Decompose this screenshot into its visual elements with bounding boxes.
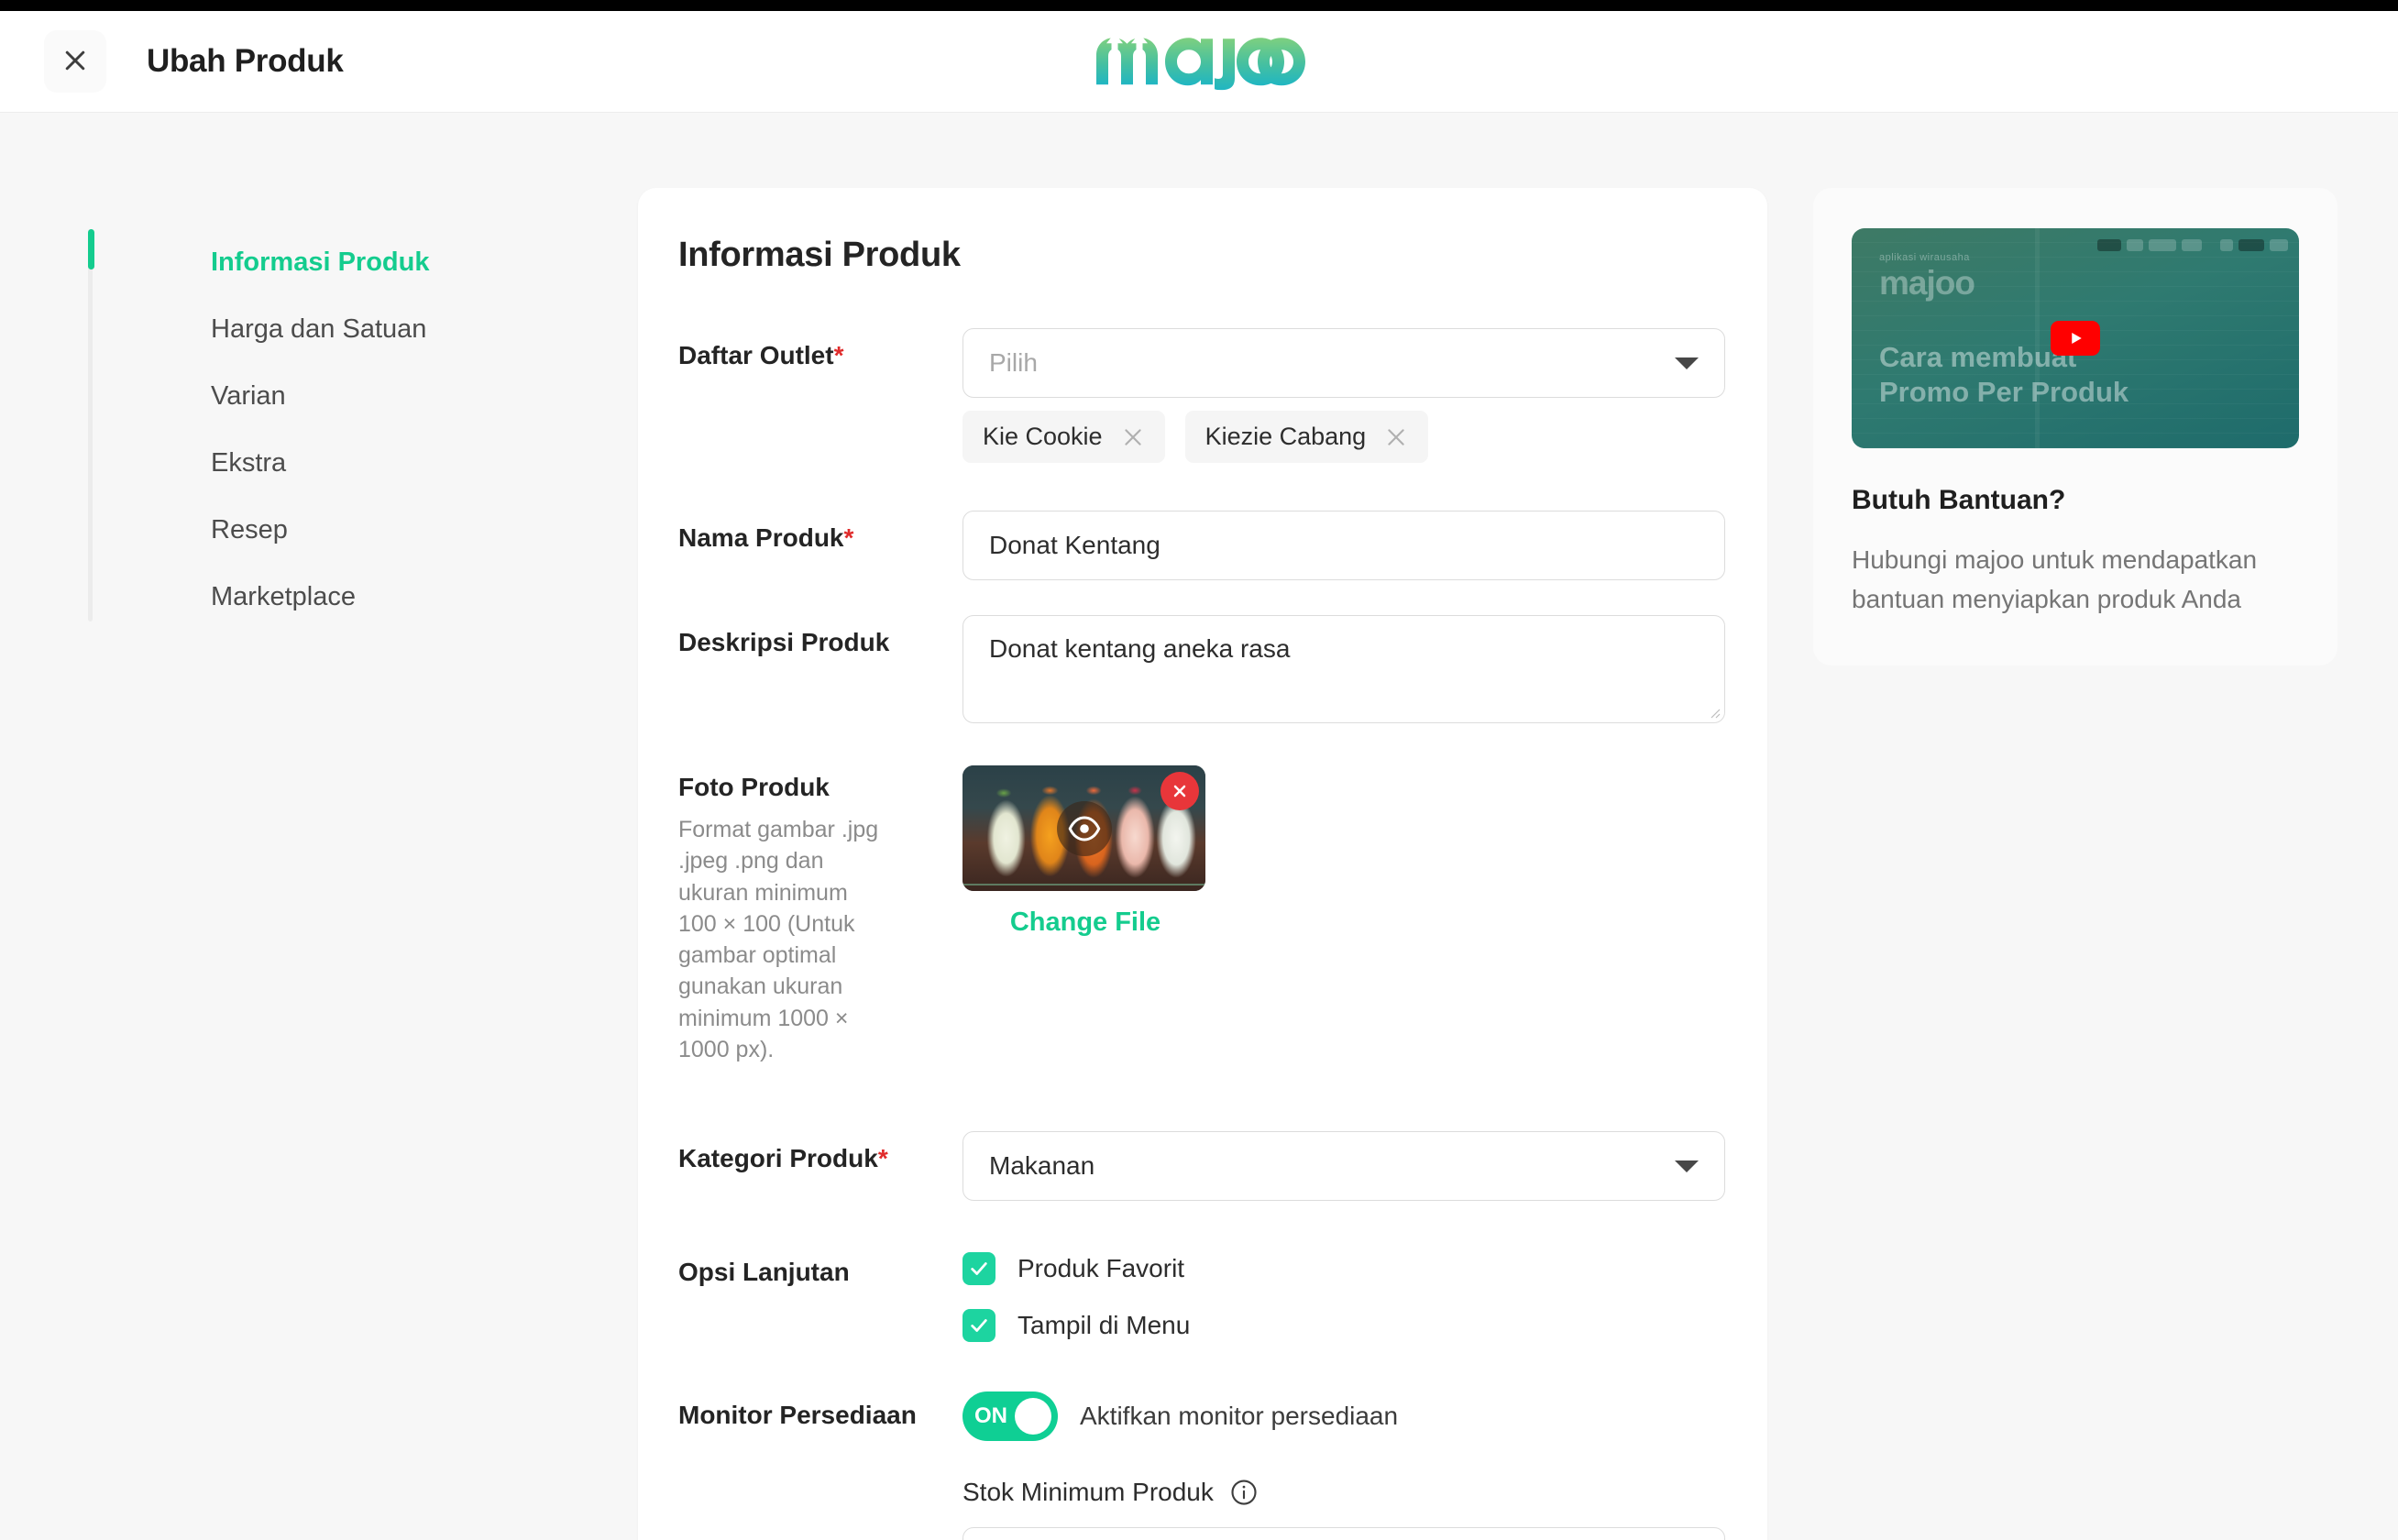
- chevron-down-icon: [1675, 1160, 1699, 1172]
- required-marker: *: [843, 523, 854, 552]
- label-text: Daftar Outlet: [678, 341, 834, 369]
- resize-grip-icon[interactable]: [1706, 704, 1721, 719]
- field-opsi-lanjutan: Opsi Lanjutan Produk Favorit Tampil di M…: [678, 1245, 1716, 1342]
- sidebar-item-label: Harga dan Satuan: [211, 314, 427, 344]
- toggle-caption: Aktifkan monitor persediaan: [1080, 1402, 1399, 1430]
- sidebar-nav: Informasi Produk Harga dan Satuan Varian…: [88, 188, 638, 631]
- sidebar-item-informasi-produk[interactable]: Informasi Produk: [121, 229, 638, 296]
- info-icon[interactable]: [1230, 1479, 1258, 1506]
- checkbox-tampil-di-menu[interactable]: Tampil di Menu: [962, 1309, 1716, 1342]
- field-nama-produk: Nama Produk* Donat Kentang: [678, 511, 1725, 580]
- sidebar-item-varian[interactable]: Varian: [121, 363, 638, 430]
- chip-remove-icon[interactable]: [1121, 425, 1145, 449]
- description-textarea[interactable]: Donat kentang aneka rasa: [962, 615, 1725, 723]
- sidebar-item-ekstra[interactable]: Ekstra: [121, 430, 638, 497]
- product-info-card: Informasi Produk Daftar Outlet* Pilih Ki…: [638, 188, 1767, 1540]
- description-value: Donat kentang aneka rasa: [989, 634, 1291, 663]
- close-button[interactable]: [44, 30, 106, 93]
- video-watermark-tagline: aplikasi wirausaha: [1879, 252, 1970, 263]
- field-kategori-produk: Kategori Produk* Makanan: [678, 1131, 1725, 1201]
- help-panel-body: Hubungi majoo untuk mendapatkan bantuan …: [1852, 545, 2258, 614]
- label-text: Deskripsi Produk: [678, 628, 890, 656]
- checkbox-label: Tampil di Menu: [1018, 1311, 1191, 1339]
- sidebar-item-label: Varian: [211, 381, 286, 411]
- app-header: Ubah Produk: [0, 11, 2398, 113]
- label-text: Nama Produk: [678, 523, 844, 552]
- outlet-chip-list: Kie Cookie Kiezie Cabang: [962, 411, 1716, 463]
- checkbox-checked-icon: [962, 1252, 996, 1285]
- video-watermark: aplikasi wirausaha majoo: [1879, 252, 1975, 302]
- photo-help-text: Format gambar .jpg .jpeg .png dan ukuran…: [678, 817, 879, 1062]
- field-label: Kategori Produk*: [678, 1131, 962, 1173]
- sidebar-item-label: Ekstra: [211, 448, 287, 478]
- field-label: Opsi Lanjutan: [678, 1245, 962, 1287]
- field-label: Monitor Persediaan: [678, 1388, 962, 1430]
- sidebar-item-label: Resep: [211, 515, 288, 544]
- product-name-input[interactable]: Donat Kentang: [962, 511, 1725, 580]
- page-body: Informasi Produk Harga dan Satuan Varian…: [0, 113, 2398, 1540]
- card-title: Informasi Produk: [678, 236, 961, 274]
- photo-upload-block: Change File: [962, 765, 1208, 938]
- field-deskripsi-produk: Deskripsi Produk Donat kentang aneka ras…: [678, 615, 1725, 723]
- category-value: Makanan: [989, 1151, 1095, 1180]
- chip-label: Kiezie Cabang: [1204, 423, 1367, 450]
- change-file-button[interactable]: Change File: [962, 908, 1208, 938]
- label-text: Opsi Lanjutan: [678, 1258, 850, 1286]
- video-title-line2: Promo Per Produk: [1879, 376, 2129, 409]
- help-panel: aplikasi wirausaha majoo Cara membuat Pr…: [1813, 188, 2338, 666]
- play-icon[interactable]: [2051, 321, 2100, 356]
- min-stock-input[interactable]: [962, 1527, 1725, 1540]
- label-text: Monitor Persediaan: [678, 1401, 917, 1429]
- category-select[interactable]: Makanan: [962, 1131, 1725, 1201]
- toggle-state-label: ON: [974, 1403, 1007, 1428]
- field-daftar-outlet: Daftar Outlet* Pilih Kie Cookie Kiezie C…: [678, 328, 1725, 463]
- checkbox-label: Produk Favorit: [1018, 1254, 1185, 1282]
- delete-photo-icon[interactable]: [1160, 772, 1199, 810]
- required-marker: *: [877, 1144, 888, 1172]
- outlet-chip[interactable]: Kiezie Cabang: [1184, 411, 1429, 463]
- outlet-placeholder: Pilih: [989, 348, 1038, 377]
- field-foto-produk: Foto Produk Format gambar .jpg .jpeg .pn…: [678, 765, 1716, 1065]
- checkbox-produk-favorit[interactable]: Produk Favorit: [962, 1252, 1716, 1285]
- toggle-knob: [1015, 1398, 1051, 1435]
- field-label: Deskripsi Produk: [678, 615, 962, 657]
- video-thumbnail-ui-strip: [2097, 239, 2288, 251]
- min-stock-label: Stok Minimum Produk: [962, 1478, 1214, 1506]
- top-black-bar: [0, 0, 2398, 11]
- stock-monitor-toggle[interactable]: ON: [962, 1392, 1058, 1441]
- field-label: Daftar Outlet*: [678, 328, 962, 370]
- sidebar-item-label: Marketplace: [211, 582, 356, 611]
- chip-label: Kie Cookie: [983, 423, 1103, 450]
- outlet-select[interactable]: Pilih: [962, 328, 1725, 398]
- tutorial-video-card[interactable]: aplikasi wirausaha majoo Cara membuat Pr…: [1852, 228, 2299, 448]
- majoo-logo: [1093, 28, 1305, 91]
- close-icon: [61, 47, 89, 77]
- help-panel-title: Butuh Bantuan?: [1852, 485, 2066, 515]
- page-title: Ubah Produk: [147, 43, 344, 79]
- sidebar-item-resep[interactable]: Resep: [121, 497, 638, 564]
- field-label: Nama Produk*: [678, 511, 962, 553]
- advanced-options-list: Produk Favorit Tampil di Menu: [962, 1245, 1716, 1342]
- sidebar-item-label: Informasi Produk: [211, 248, 430, 277]
- chip-remove-icon[interactable]: [1384, 425, 1408, 449]
- nav-track: [88, 229, 93, 622]
- field-monitor-persediaan: Monitor Persediaan ON Aktifkan monitor p…: [678, 1388, 1725, 1540]
- required-marker: *: [833, 341, 844, 369]
- chevron-down-icon: [1675, 357, 1699, 369]
- sidebar-item-marketplace[interactable]: Marketplace: [121, 564, 638, 631]
- product-photo-thumbnail[interactable]: [962, 765, 1205, 891]
- nav-active-indicator: [88, 229, 94, 270]
- outlet-chip[interactable]: Kie Cookie: [962, 411, 1165, 463]
- min-stock-block: Stok Minimum Produk: [962, 1478, 1725, 1540]
- label-text: Kategori Produk: [678, 1144, 878, 1172]
- product-name-value: Donat Kentang: [989, 531, 1160, 559]
- video-watermark-brand: majoo: [1879, 264, 1975, 302]
- checkbox-checked-icon: [962, 1309, 996, 1342]
- photo-image-table-edge: [962, 884, 1205, 886]
- sidebar-item-harga-dan-satuan[interactable]: Harga dan Satuan: [121, 296, 638, 363]
- photo-title: Foto Produk: [678, 773, 830, 801]
- eye-icon[interactable]: [1056, 800, 1112, 856]
